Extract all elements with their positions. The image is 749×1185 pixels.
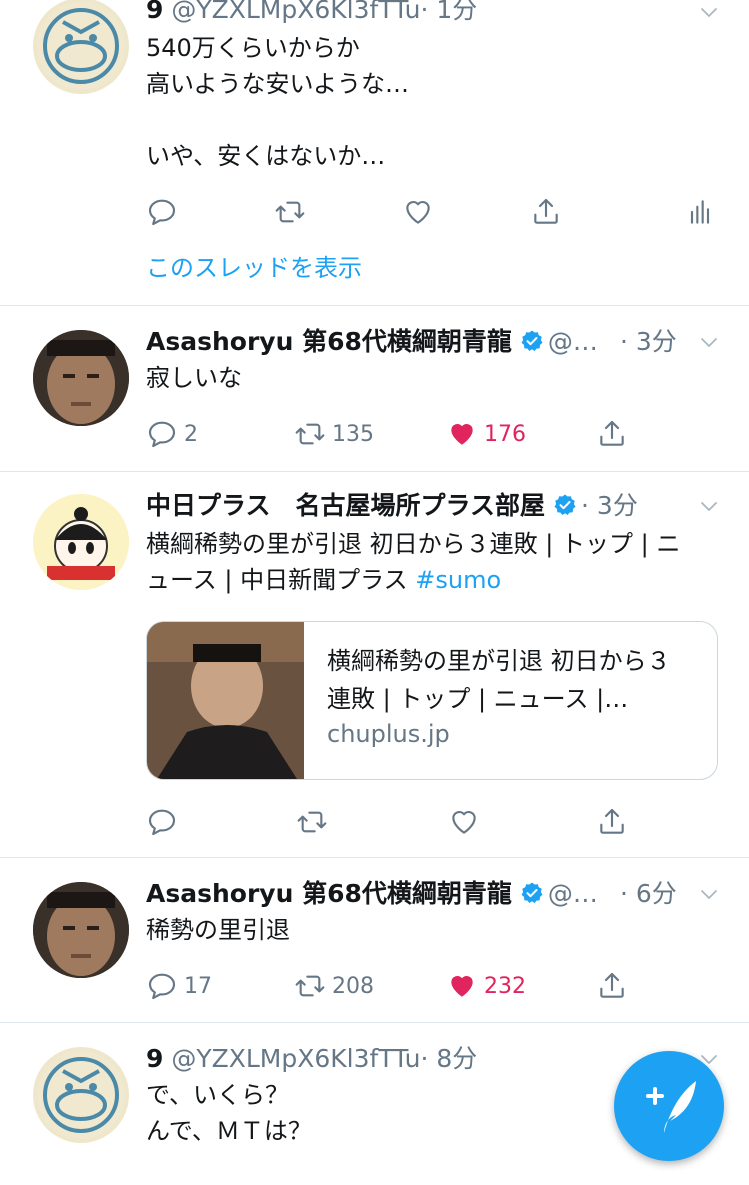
reply-count: 17 <box>184 973 212 999</box>
like-count: 176 <box>484 421 526 447</box>
retweet-icon <box>294 970 326 1002</box>
user-handle[interactable]: @YZXLMpX6Kl3fTTu <box>171 0 420 24</box>
verified-badge-icon <box>520 329 544 353</box>
tweet-header: 9 @YZXLMpX6Kl3fTTu· 8分 <box>146 1043 687 1075</box>
share-button[interactable] <box>596 966 628 1006</box>
timestamp[interactable]: · 3分 <box>620 326 677 358</box>
tweet-1[interactable]: 9 @YZXLMpX6Kl3fTTu· 1分 540万くらいからか 高いような安… <box>0 0 749 305</box>
analytics-button[interactable] <box>684 192 716 232</box>
tweet-actions: 17 208 232 <box>146 966 706 1006</box>
analytics-icon <box>690 200 710 224</box>
tweet-text-body: 横綱稀勢の里が引退 初日から３連敗 | トップ | ニュース | 中日新聞プラス <box>146 530 681 594</box>
show-thread-link[interactable]: このスレッドを表示 <box>146 248 362 283</box>
verified-badge-icon <box>520 881 544 905</box>
chevron-down-icon[interactable] <box>697 494 721 518</box>
reply-icon <box>146 970 178 1002</box>
display-name[interactable]: Asashoryu 第68代横綱朝青龍 <box>146 879 512 908</box>
tweet-3[interactable]: 中日プラス 名古屋場所プラス部屋 · 3分 横綱稀勢の里が引退 初日から３連敗 |… <box>0 472 749 857</box>
link-preview-card[interactable]: 横綱稀勢の里が引退 初日から３連敗 | トップ | ニュース |… chuplu… <box>146 621 718 780</box>
share-icon <box>596 806 628 838</box>
chunichi-mascot-avatar[interactable] <box>33 494 129 590</box>
bird-stamp-avatar[interactable] <box>33 1047 129 1143</box>
reply-button[interactable] <box>146 192 178 232</box>
reply-icon <box>146 806 178 838</box>
reply-button[interactable]: 2 <box>146 414 198 454</box>
user-handle[interactable]: @… <box>548 879 598 908</box>
retweet-button[interactable] <box>296 802 328 842</box>
retweet-count: 208 <box>332 973 374 999</box>
retweet-count: 135 <box>332 421 374 447</box>
share-icon <box>596 418 628 450</box>
chevron-down-icon[interactable] <box>697 882 721 906</box>
compose-tweet-button[interactable] <box>614 1051 724 1161</box>
hashtag-link[interactable]: #sumo <box>415 566 501 594</box>
display-name[interactable]: 9 <box>146 0 163 24</box>
like-button[interactable]: 176 <box>446 414 526 454</box>
tweet-4[interactable]: Asashoryu 第68代横綱朝青龍 @… · 6分 稀勢の里引退 17 208… <box>0 858 749 1022</box>
verified-badge-icon <box>553 493 577 517</box>
user-handle[interactable]: @… <box>548 327 598 356</box>
tweet-actions <box>146 192 716 232</box>
tweet-header: 中日プラス 名古屋場所プラス部屋 · 3分 <box>146 490 687 522</box>
retweet-icon <box>274 196 306 228</box>
like-count: 232 <box>484 973 526 999</box>
share-icon <box>596 970 628 1002</box>
user-handle[interactable]: @YZXLMpX6Kl3fTTu <box>171 1044 420 1073</box>
tweet-header: Asashoryu 第68代横綱朝青龍 @… <box>146 878 687 910</box>
tweet-text: 寂しいな <box>146 364 242 392</box>
display-name[interactable]: Asashoryu 第68代横綱朝青龍 <box>146 327 512 356</box>
heart-icon <box>402 196 434 228</box>
retweet-button[interactable]: 135 <box>294 414 374 454</box>
tweet-header: Asashoryu 第68代横綱朝青龍 @… <box>146 326 687 358</box>
timestamp[interactable]: · 3分 <box>581 491 638 520</box>
tweet-actions <box>146 802 706 842</box>
tweet-header: 9 @YZXLMpX6Kl3fTTu· 1分 <box>146 0 687 26</box>
card-thumbnail <box>147 622 304 779</box>
chevron-down-icon[interactable] <box>697 330 721 354</box>
timestamp[interactable]: · 6分 <box>620 878 677 910</box>
timestamp[interactable]: · 1分 <box>420 0 477 24</box>
bird-stamp-avatar[interactable] <box>33 0 129 94</box>
retweet-icon <box>296 806 328 838</box>
reply-icon <box>146 418 178 450</box>
heart-icon <box>448 806 480 838</box>
share-button[interactable] <box>530 192 562 232</box>
tweet-actions: 2 135 176 <box>146 414 706 454</box>
retweet-icon <box>294 418 326 450</box>
share-icon <box>530 196 562 228</box>
retweet-button[interactable]: 208 <box>294 966 374 1006</box>
tweet-2[interactable]: Asashoryu 第68代横綱朝青龍 @… · 3分 寂しいな 2 135 17… <box>0 306 749 471</box>
asashoryu-avatar[interactable] <box>33 882 129 978</box>
reply-button[interactable] <box>146 802 178 842</box>
reply-button[interactable]: 17 <box>146 966 212 1006</box>
heart-filled-icon <box>446 418 478 450</box>
share-button[interactable] <box>596 414 628 454</box>
card-title: 横綱稀勢の里が引退 初日から３連敗 | トップ | ニュース |… <box>327 647 671 713</box>
display-name[interactable]: 9 <box>146 1044 163 1073</box>
tweet-text: 稀勢の里引退 <box>146 916 290 944</box>
chevron-down-icon[interactable] <box>697 0 721 24</box>
display-name[interactable]: 中日プラス 名古屋場所プラス部屋 <box>146 491 545 520</box>
reply-icon <box>146 196 178 228</box>
heart-filled-icon <box>446 970 478 1002</box>
tweet-text: 横綱稀勢の里が引退 初日から３連敗 | トップ | ニュース | 中日新聞プラス… <box>146 526 704 598</box>
compose-tweet-icon <box>646 1081 696 1133</box>
retweet-button[interactable] <box>274 192 306 232</box>
tweet-text: 540万くらいからか 高いような安いような… いや、安くはないか… <box>146 34 410 170</box>
card-domain: chuplus.jp <box>327 720 450 748</box>
like-button[interactable] <box>448 802 480 842</box>
reply-count: 2 <box>184 421 198 447</box>
like-button[interactable] <box>402 192 434 232</box>
timestamp[interactable]: · 8分 <box>420 1044 477 1073</box>
asashoryu-avatar[interactable] <box>33 330 129 426</box>
like-button[interactable]: 232 <box>446 966 526 1006</box>
share-button[interactable] <box>596 802 628 842</box>
